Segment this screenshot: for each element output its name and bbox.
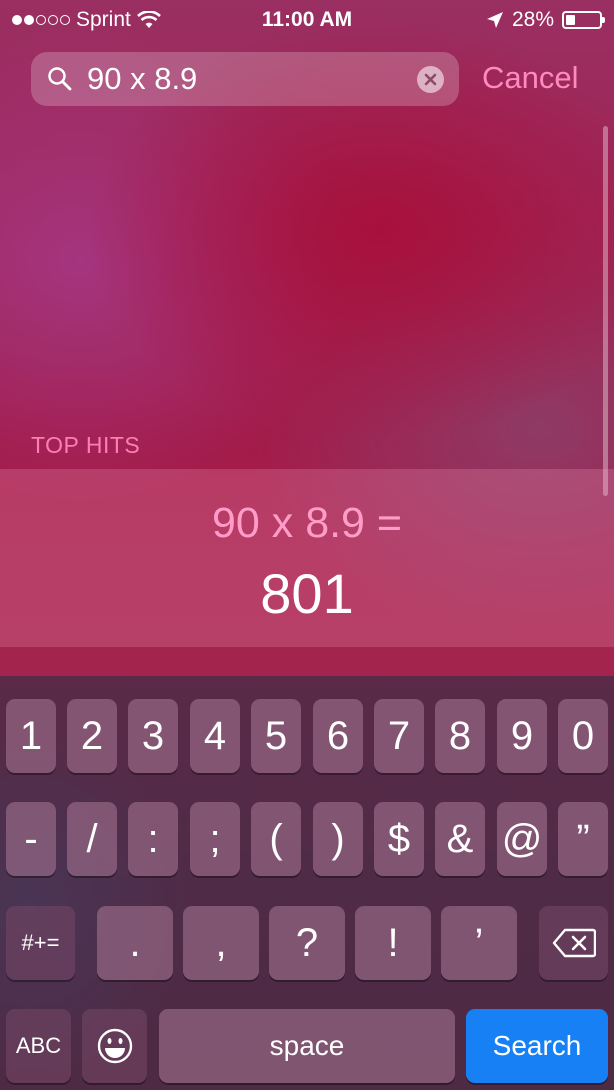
scroll-indicator[interactable] <box>603 126 608 496</box>
section-title-top-hits: TOP HITS <box>31 432 141 458</box>
search-bar[interactable] <box>31 52 459 106</box>
clear-search-button[interactable] <box>417 66 444 93</box>
key-4[interactable]: 4 <box>190 699 240 773</box>
emoji-key[interactable] <box>82 1009 147 1083</box>
key-7[interactable]: 7 <box>374 699 424 773</box>
calculation-expression: 90 x 8.9 = <box>211 499 403 547</box>
key-comma[interactable]: , <box>183 906 259 980</box>
key-1[interactable]: 1 <box>6 699 56 773</box>
backspace-icon <box>552 928 596 958</box>
status-bar: Sprint 11:00 AM 28% <box>0 0 614 40</box>
abc-key[interactable]: ABC <box>6 1009 71 1083</box>
key-hyphen[interactable]: - <box>6 802 56 876</box>
calculator-result-card[interactable]: 90 x 8.9 = 801 <box>0 469 614 647</box>
key-3[interactable]: 3 <box>128 699 178 773</box>
key-9[interactable]: 9 <box>497 699 547 773</box>
keyboard: 1 2 3 4 5 6 7 8 9 0 - / : ; ( ) $ & @ ” … <box>0 676 614 1090</box>
battery-percent: 28% <box>511 8 554 31</box>
delete-key[interactable] <box>539 906 608 980</box>
key-period[interactable]: . <box>97 906 173 980</box>
key-semicolon[interactable]: ; <box>190 802 240 876</box>
cancel-button[interactable]: Cancel <box>482 60 579 96</box>
key-5[interactable]: 5 <box>251 699 301 773</box>
key-exclamation[interactable]: ! <box>355 906 431 980</box>
key-at[interactable]: @ <box>497 802 547 876</box>
key-quote[interactable]: ” <box>558 802 608 876</box>
close-icon <box>424 73 437 86</box>
location-arrow-icon <box>486 12 503 28</box>
calculation-answer: 801 <box>260 562 354 625</box>
key-ampersand[interactable]: & <box>435 802 485 876</box>
key-0[interactable]: 0 <box>558 699 608 773</box>
space-key[interactable]: space <box>159 1009 455 1083</box>
symbols-toggle-key[interactable]: #+= <box>6 906 75 980</box>
key-8[interactable]: 8 <box>435 699 485 773</box>
search-input[interactable] <box>87 60 417 98</box>
search-key[interactable]: Search <box>466 1009 608 1083</box>
key-apostrophe[interactable]: ’ <box>441 906 517 980</box>
key-6[interactable]: 6 <box>313 699 363 773</box>
key-open-paren[interactable]: ( <box>251 802 301 876</box>
key-question[interactable]: ? <box>269 906 345 980</box>
status-right: 28% <box>486 8 605 32</box>
key-close-paren[interactable]: ) <box>313 802 363 876</box>
key-slash[interactable]: / <box>67 802 117 876</box>
search-icon <box>48 67 72 91</box>
key-2[interactable]: 2 <box>67 699 117 773</box>
battery-icon <box>562 11 605 29</box>
emoji-icon <box>97 1028 132 1064</box>
key-colon[interactable]: : <box>128 802 178 876</box>
key-dollar[interactable]: $ <box>374 802 424 876</box>
